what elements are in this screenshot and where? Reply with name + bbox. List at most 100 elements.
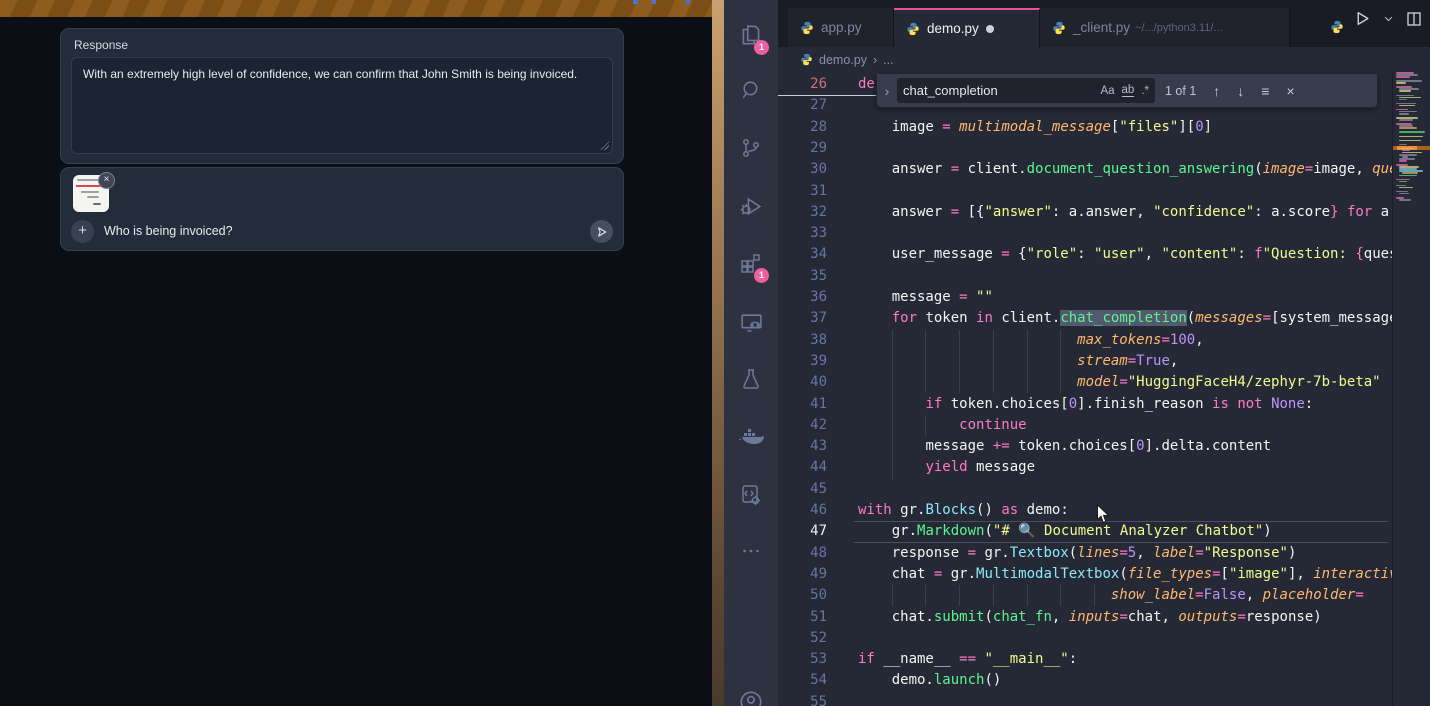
line-number[interactable]: 40 xyxy=(778,372,827,393)
explorer-icon[interactable]: 1 xyxy=(724,13,778,57)
line-number[interactable]: 31 xyxy=(778,181,827,202)
line-number[interactable]: 52 xyxy=(778,628,827,649)
line-number[interactable]: 37 xyxy=(778,308,827,329)
find-input[interactable]: chat_completion Aa ab .* xyxy=(897,78,1155,103)
minimap[interactable] xyxy=(1392,72,1430,706)
breadcrumb-file[interactable]: demo.py xyxy=(819,53,867,67)
indent-guide xyxy=(892,436,893,457)
line-number[interactable]: 35 xyxy=(778,266,827,287)
search-icon[interactable] xyxy=(724,68,778,112)
line-number[interactable]: 27 xyxy=(778,95,827,116)
response-textarea[interactable]: With an extremely high level of confiden… xyxy=(71,57,613,154)
minimap-line xyxy=(1399,90,1411,92)
line-number[interactable]: 47 xyxy=(778,521,827,542)
run-button-icon[interactable] xyxy=(1354,10,1371,27)
code-line: 54 demo.launch() xyxy=(778,670,1001,691)
line-number[interactable]: 42 xyxy=(778,415,827,436)
line-number[interactable]: 34 xyxy=(778,244,827,265)
line-number[interactable]: 32 xyxy=(778,202,827,223)
whole-word-icon[interactable]: ab xyxy=(1122,84,1135,97)
line-number[interactable]: 48 xyxy=(778,543,827,564)
find-close-icon[interactable]: × xyxy=(1286,83,1294,99)
line-number[interactable]: 53 xyxy=(778,649,827,670)
tab-demo-py[interactable]: demo.py xyxy=(894,8,1040,47)
find-in-selection-icon[interactable]: ≡ xyxy=(1261,83,1269,99)
line-number[interactable]: 39 xyxy=(778,351,827,372)
tab-client-py[interactable]: _client.py ~/.../python3.11/... xyxy=(1040,8,1290,47)
code-line: 28 image = multimodal_message["files"][0… xyxy=(778,117,1212,138)
indent-guide xyxy=(892,585,893,606)
code-text xyxy=(827,223,858,244)
code-editor[interactable]: 26def2728 image = multimodal_message["fi… xyxy=(778,72,1430,706)
resize-handle[interactable] xyxy=(600,141,609,150)
more-icon[interactable] xyxy=(724,529,778,573)
remote-explorer-icon[interactable] xyxy=(724,300,778,344)
run-dropdown-chevron-icon[interactable] xyxy=(1383,13,1394,24)
find-widget: › chat_completion Aa ab .* 1 of 1 ↑ ↓ ≡ … xyxy=(876,74,1378,108)
run-and-debug-icon[interactable] xyxy=(724,184,778,228)
breadcrumb-tail[interactable]: ... xyxy=(883,53,893,67)
line-number[interactable]: 29 xyxy=(778,138,827,159)
account-icon[interactable] xyxy=(724,680,778,706)
regex-icon[interactable]: .* xyxy=(1141,85,1149,97)
code-text: demo.launch() xyxy=(827,670,1001,691)
code-line: 52 xyxy=(778,628,858,649)
code-text: chat = gr.MultimodalTextbox(file_types=[… xyxy=(827,564,1430,585)
code-line: 26def xyxy=(778,74,883,95)
line-number[interactable]: 50 xyxy=(778,585,827,606)
code-line: 32 answer = [{"answer": a.answer, "confi… xyxy=(778,202,1430,223)
indent-guide xyxy=(1060,330,1061,351)
line-number[interactable]: 55 xyxy=(778,692,827,706)
code-gear-icon[interactable] xyxy=(724,473,778,517)
breadcrumb[interactable]: demo.py › ... xyxy=(778,47,1430,72)
indent-guide xyxy=(1060,372,1061,393)
line-number[interactable]: 49 xyxy=(778,564,827,585)
testing-icon[interactable] xyxy=(724,357,778,401)
source-control-icon[interactable] xyxy=(724,126,778,170)
modified-dot-icon[interactable] xyxy=(986,25,994,33)
remove-attachment-button[interactable]: × xyxy=(98,172,115,189)
tab-app-py[interactable]: app.py xyxy=(788,8,894,47)
python-icon xyxy=(906,22,920,36)
match-case-icon[interactable]: Aa xyxy=(1100,85,1114,97)
line-number[interactable]: 26 xyxy=(778,74,827,95)
wallpaper-strip xyxy=(0,0,712,17)
add-file-button[interactable]: + xyxy=(71,220,94,243)
code-text: if token.choices[0].finish_reason is not… xyxy=(827,394,1313,415)
indent-guide xyxy=(1060,585,1061,606)
send-button[interactable] xyxy=(590,220,613,243)
docker-icon[interactable] xyxy=(724,415,778,459)
find-results-count: 1 of 1 xyxy=(1165,84,1196,98)
line-number[interactable]: 36 xyxy=(778,287,827,308)
code-line: 38 max_tokens=100, xyxy=(778,330,1204,351)
find-query-text[interactable]: chat_completion xyxy=(903,83,1093,98)
line-number[interactable]: 54 xyxy=(778,670,827,691)
activity-bar: 11 xyxy=(724,0,778,706)
line-number[interactable]: 38 xyxy=(778,330,827,351)
find-previous-icon[interactable]: ↑ xyxy=(1213,83,1220,99)
code-text: response = gr.Textbox(lines=5, label="Re… xyxy=(827,543,1296,564)
line-number[interactable]: 30 xyxy=(778,159,827,180)
split-editor-icon[interactable] xyxy=(1406,11,1422,27)
tab-label: _client.py xyxy=(1073,20,1130,35)
python-icon-partial-tab[interactable] xyxy=(1330,20,1344,34)
line-number[interactable]: 45 xyxy=(778,479,827,500)
line-number[interactable]: 43 xyxy=(778,436,827,457)
line-number[interactable]: 33 xyxy=(778,223,827,244)
minimap-line xyxy=(1399,119,1413,121)
code-line: 46with gr.Blocks() as demo: xyxy=(778,500,1069,521)
code-text xyxy=(827,628,858,649)
minimap-line xyxy=(1396,95,1414,97)
code-line: 41 if token.choices[0].finish_reason is … xyxy=(778,394,1313,415)
find-collapse-chevron-icon[interactable]: › xyxy=(877,83,897,99)
response-text: With an extremely high level of confiden… xyxy=(83,67,577,81)
line-number[interactable]: 51 xyxy=(778,607,827,628)
chat-message-input[interactable]: Who is being invoiced? xyxy=(104,224,233,238)
code-line: 29 xyxy=(778,138,858,159)
extensions-icon[interactable]: 1 xyxy=(724,241,778,285)
line-number[interactable]: 44 xyxy=(778,457,827,478)
find-next-icon[interactable]: ↓ xyxy=(1237,83,1244,99)
line-number[interactable]: 28 xyxy=(778,117,827,138)
line-number[interactable]: 41 xyxy=(778,394,827,415)
line-number[interactable]: 46 xyxy=(778,500,827,521)
